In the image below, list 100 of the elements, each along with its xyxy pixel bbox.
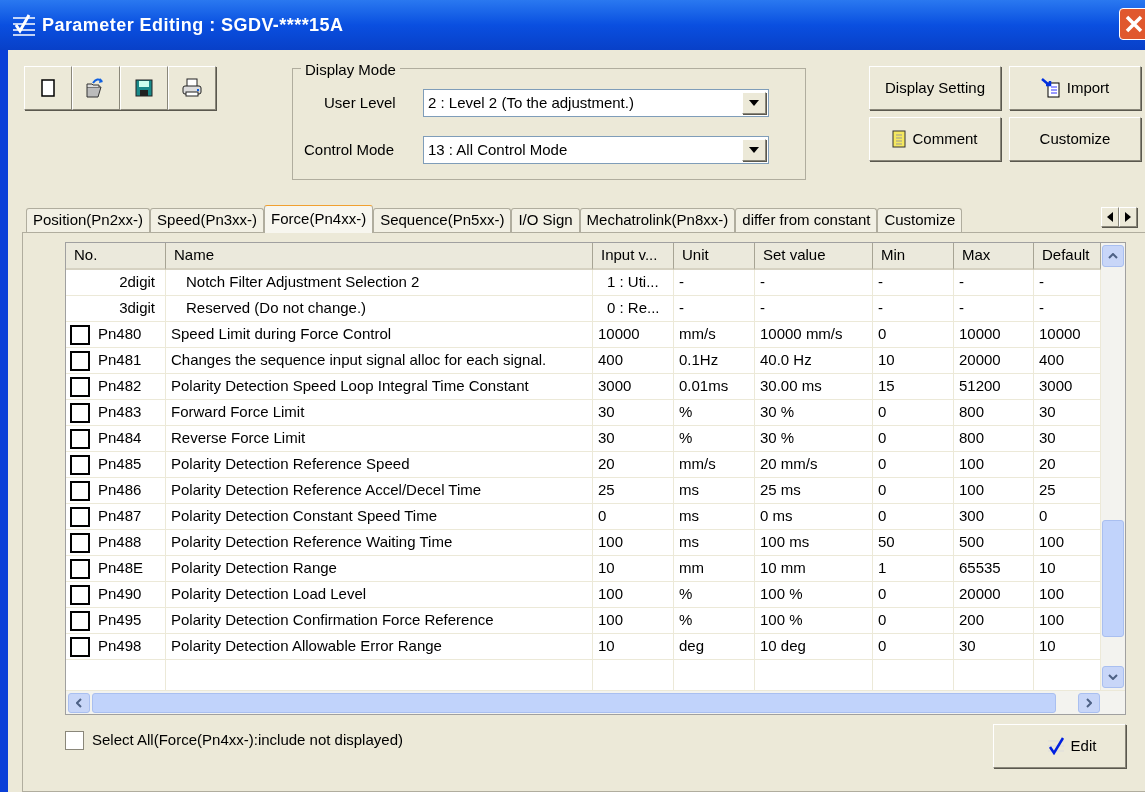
column-header[interactable]: Max <box>954 243 1034 270</box>
table-cell-text: - <box>1039 298 1044 319</box>
table-cell-text: Speed Limit during Force Control <box>171 324 392 345</box>
table-cell-text: 0.1Hz <box>679 350 719 371</box>
column-header[interactable]: Default <box>1034 243 1101 270</box>
table-cell-text: 0 ms <box>760 506 793 527</box>
row-checkbox[interactable] <box>70 350 90 371</box>
table-cell-text: 10 <box>598 636 615 657</box>
tab[interactable]: I/O Sign <box>511 208 580 232</box>
table-cell-text: 0 <box>878 506 887 527</box>
action-button[interactable]: Display Setting <box>869 66 1001 110</box>
toolbar-button[interactable] <box>24 66 72 110</box>
table-cell-text: % <box>679 402 693 423</box>
table-cell-text: 0 <box>878 324 887 345</box>
tab[interactable]: Customize <box>877 208 963 232</box>
vertical-scrollbar[interactable] <box>1101 243 1125 690</box>
table-cell-text: 30 <box>959 636 976 657</box>
row-checkbox[interactable] <box>70 480 90 501</box>
table-cell-text: 25 <box>1039 480 1056 501</box>
close-icon <box>1124 14 1144 34</box>
column-header[interactable]: Unit <box>674 243 755 270</box>
action-button[interactable]: Customize <box>1009 117 1141 161</box>
action-button[interactable]: Comment <box>869 117 1001 161</box>
column-header[interactable]: Input v... <box>593 243 674 270</box>
table-cell-text: 10 <box>1039 558 1056 579</box>
tab-scroll-left-button[interactable] <box>1101 207 1119 227</box>
table-cell-text: mm/s <box>679 454 716 475</box>
table-cell-text: 0.01ms <box>679 376 729 397</box>
table-cell-text: 30 <box>598 402 615 423</box>
table-cell-text: 300 <box>959 506 985 527</box>
table-cell-text: 10000 <box>598 324 640 345</box>
table-cell-text: - <box>878 272 883 293</box>
table-cell-text: Polarity Detection Confirmation Force Reference <box>171 610 494 631</box>
table-cell-text: Forward Force Limit <box>171 402 305 423</box>
row-checkbox[interactable] <box>70 402 90 423</box>
column-header[interactable]: Min <box>873 243 954 270</box>
table-cell-text: 100 ms <box>760 532 810 553</box>
horizontal-scrollbar[interactable] <box>66 690 1125 714</box>
table-cell-text: 0 <box>878 480 887 501</box>
table-cell-text: 10 deg <box>760 636 806 657</box>
tab[interactable]: Force(Pn4xx-) <box>264 205 374 233</box>
table-cell-text: Pn490 <box>98 584 142 605</box>
row-checkbox[interactable] <box>70 506 90 527</box>
row-checkbox[interactable] <box>70 532 90 553</box>
table-cell-text: - <box>1039 272 1044 293</box>
column-header[interactable]: No. <box>66 243 166 270</box>
table-cell-text: 51200 <box>959 376 1001 397</box>
row-checkbox[interactable] <box>70 428 90 449</box>
import-document-icon <box>1040 78 1061 98</box>
table-cell-text: Pn484 <box>98 428 142 449</box>
scroll-thumb[interactable] <box>1102 520 1124 637</box>
table-cell-text: 100 % <box>760 584 803 605</box>
tab-scroll-right-button[interactable] <box>1119 207 1137 227</box>
blank-page-icon <box>41 79 55 97</box>
tab[interactable]: Sequence(Pn5xx-) <box>373 208 512 232</box>
table-cell-text: ms <box>679 480 699 501</box>
table-cell-text: 100 <box>1039 584 1065 605</box>
row-checkbox[interactable] <box>70 376 90 397</box>
dropdown[interactable]: 2 : Level 2 (To the adjustment.) <box>423 89 769 117</box>
row-checkbox[interactable] <box>70 454 90 475</box>
row-checkbox[interactable] <box>70 584 90 605</box>
table-cell-text: 800 <box>959 402 985 423</box>
table-cell-text: 100 <box>1039 532 1065 553</box>
table-cell-text: 30 % <box>760 402 795 423</box>
table-cell-text: 10000 <box>1039 324 1081 345</box>
tab[interactable]: Speed(Pn3xx-) <box>150 208 265 232</box>
row-checkbox[interactable] <box>70 558 90 579</box>
table-cell-text: 3digit <box>119 298 156 319</box>
column-header[interactable]: Set value <box>755 243 873 270</box>
table-cell-text: 0 <box>878 584 887 605</box>
tab[interactable]: Mechatrolink(Pn8xx-) <box>579 208 736 232</box>
table-cell-text: Polarity Detection Constant Speed Time <box>171 506 437 527</box>
table-cell-text: 100 <box>959 454 985 475</box>
column-header[interactable]: Name <box>166 243 593 270</box>
table-cell-text: Changes the sequence input signal alloc for each signal. <box>171 350 547 371</box>
table-cell-text: 30 <box>1039 428 1056 449</box>
tab[interactable]: differ from constant <box>735 208 878 232</box>
dropdown[interactable]: 13 : All Control Mode <box>423 136 769 164</box>
checkbox-label: Select All(Force(Pn4xx-):include not displayed) <box>92 730 403 750</box>
table-cell-text: 25 ms <box>760 480 801 501</box>
table-cell-text: 800 <box>959 428 985 449</box>
close-button[interactable] <box>1119 8 1145 40</box>
tab[interactable]: Position(Pn2xx-) <box>26 208 151 232</box>
action-button[interactable]: Import <box>1009 66 1141 110</box>
select-all-checkbox[interactable] <box>65 730 84 750</box>
table-cell-text: 25 <box>598 480 615 501</box>
table-cell-text: 100 <box>598 584 624 605</box>
table-cell-text: Polarity Detection Reference Speed <box>171 454 410 475</box>
row-checkbox[interactable] <box>70 610 90 631</box>
toolbar-button[interactable] <box>120 66 168 110</box>
table-cell-text: 200 <box>959 610 985 631</box>
table-cell-text: 3000 <box>1039 376 1073 397</box>
row-checkbox[interactable] <box>70 324 90 345</box>
table-cell-text: Polarity Detection Speed Loop Integral Time Constant <box>171 376 529 397</box>
edit-button[interactable]: Edit <box>993 724 1126 768</box>
table-cell-text: 30 <box>598 428 615 449</box>
row-checkbox[interactable] <box>70 636 90 657</box>
scroll-thumb[interactable] <box>92 692 1056 713</box>
table-cell-text: Pn480 <box>98 324 142 345</box>
table-cell-text: 10 <box>598 558 615 579</box>
